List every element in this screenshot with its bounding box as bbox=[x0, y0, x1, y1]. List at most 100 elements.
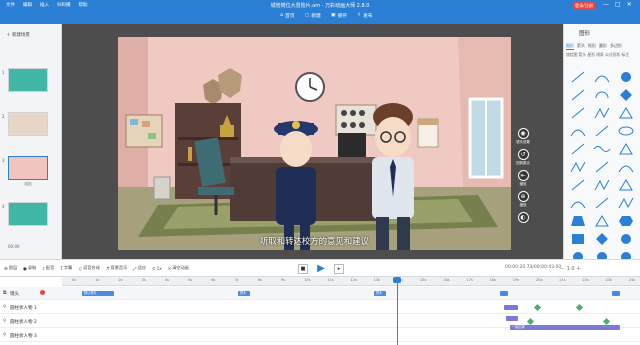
keyframe-marker[interactable] bbox=[533, 303, 542, 312]
publish-button[interactable]: ⇪ 发布 bbox=[357, 12, 373, 19]
save-button[interactable]: ▣ 保存 bbox=[331, 12, 347, 19]
canvas-area[interactable]: 听取和转达校方的意见和建议 ◉ 镜头设置 ↺ 回到原点 ⇤ 缩放 ⊕ 缩放 ◐ bbox=[62, 24, 563, 259]
animation-bar[interactable] bbox=[504, 305, 518, 310]
color-button[interactable]: ◐ bbox=[517, 212, 529, 223]
ruler-tick: 4s bbox=[164, 278, 169, 282]
home-button[interactable]: ⌂ 首页 bbox=[280, 12, 295, 19]
zoom-button[interactable]: ⊕ 缩放 bbox=[517, 191, 529, 207]
keyframe-marker[interactable] bbox=[575, 303, 584, 312]
ruler-tick: 15s bbox=[420, 278, 427, 282]
shape-curve-icon[interactable] bbox=[592, 70, 612, 84]
camera-bar[interactable]: 镜头 bbox=[238, 291, 250, 296]
keyframe-marker[interactable] bbox=[526, 317, 535, 326]
shape-zig-icon[interactable] bbox=[592, 178, 612, 192]
shape-wave-icon[interactable] bbox=[592, 142, 612, 156]
close-button[interactable]: ✕ bbox=[627, 1, 632, 8]
shape-zig-icon[interactable] bbox=[568, 160, 588, 174]
new-scene-button[interactable]: ＋ 新建场景 bbox=[6, 32, 30, 38]
ruler-tick: 16s bbox=[443, 278, 450, 282]
shape-line-icon[interactable] bbox=[568, 70, 588, 84]
shape-circle-icon[interactable] bbox=[616, 232, 636, 246]
shape-zig-icon[interactable] bbox=[592, 106, 612, 120]
shape-diamond-icon[interactable] bbox=[616, 88, 636, 102]
shape-zig-icon[interactable] bbox=[616, 196, 636, 210]
track-camera[interactable]: ◘ 镜头 默认镜头 镜头 镜头 bbox=[0, 287, 640, 300]
shape-line-icon[interactable] bbox=[592, 160, 612, 174]
tab-rect[interactable]: 矩形 bbox=[588, 43, 596, 50]
tts-button[interactable]: ♫ 语音合成 bbox=[78, 265, 100, 271]
shape-oval-icon[interactable] bbox=[616, 124, 636, 138]
shape-tri-icon[interactable] bbox=[616, 178, 636, 192]
shape-hex-icon[interactable] bbox=[616, 214, 636, 228]
shape-line-icon[interactable] bbox=[568, 106, 588, 120]
animation-bar[interactable] bbox=[506, 316, 518, 321]
tab-arrows[interactable]: 箭头 bbox=[577, 43, 585, 50]
scene-item-active[interactable]: 3 派出 bbox=[2, 156, 58, 186]
shape-circle-icon[interactable] bbox=[616, 70, 636, 84]
shape-trap-icon[interactable] bbox=[568, 214, 588, 228]
camera-bar[interactable]: 镜头 bbox=[374, 291, 386, 296]
stage-subtitle[interactable]: 听取和转达校方的意见和建议 bbox=[118, 235, 511, 247]
track-object[interactable]: ⚲ 圆柱状人物 1 bbox=[0, 301, 640, 314]
shape-line-icon[interactable] bbox=[592, 124, 612, 138]
shape-line-icon[interactable] bbox=[568, 178, 588, 192]
return-origin-button[interactable]: ↺ 回到原点 bbox=[516, 149, 530, 165]
ruler-tick: 17s bbox=[466, 278, 473, 282]
keyframe-marker[interactable] bbox=[602, 317, 611, 326]
next-button[interactable]: ▸ bbox=[334, 264, 344, 274]
clear-animation-button[interactable]: ✕ 清空动画 bbox=[168, 265, 189, 271]
shape-line-icon[interactable] bbox=[592, 196, 612, 210]
shape-tri-icon[interactable] bbox=[616, 106, 636, 120]
person-icon: ⚲ bbox=[3, 319, 7, 324]
new-button[interactable]: ▢ 新建 bbox=[305, 12, 321, 19]
reset-button[interactable]: ⇤ 缩放 bbox=[517, 170, 529, 186]
shape-tri-icon[interactable] bbox=[592, 214, 612, 228]
play-button[interactable]: ▶ bbox=[313, 261, 329, 277]
record-button[interactable]: ● 录制 bbox=[23, 265, 36, 271]
speed-button[interactable]: ⊙ 1x bbox=[152, 265, 162, 271]
ruler-tick: 6s bbox=[211, 278, 216, 282]
scene-panel: ＋ 新建场景 1 2 3 派出 4 00:00 bbox=[0, 24, 62, 259]
fit-button[interactable]: ⤢ 适应 bbox=[133, 265, 146, 271]
shape-tri-icon[interactable] bbox=[616, 142, 636, 156]
maximize-button[interactable]: □ bbox=[615, 1, 621, 8]
shape-curve-icon[interactable] bbox=[568, 124, 588, 138]
layer-button[interactable]: ☰ 图层 bbox=[4, 265, 17, 271]
minimize-button[interactable]: — bbox=[603, 1, 609, 8]
shape-categories[interactable]: 流程图 箭头 星形 线条 公式形状 标注 bbox=[566, 52, 640, 58]
shape-diamond-icon[interactable] bbox=[592, 232, 612, 246]
animation-bar[interactable]: 一起出场 bbox=[510, 325, 620, 330]
scene-thumbnail bbox=[8, 202, 48, 226]
play-controls: ■ ▶ ▸ bbox=[298, 261, 344, 277]
camera-icon: ◘ bbox=[3, 291, 7, 296]
shape-curve-icon[interactable] bbox=[568, 196, 588, 210]
scene-item[interactable]: 4 bbox=[2, 202, 58, 232]
shape-line-icon[interactable] bbox=[568, 88, 588, 102]
shape-line-icon[interactable] bbox=[568, 142, 588, 156]
scene-item[interactable]: 1 bbox=[2, 68, 58, 98]
playhead[interactable] bbox=[397, 277, 398, 345]
subtitle-button[interactable]: T 字幕 bbox=[60, 265, 72, 271]
scene-item[interactable]: 2 bbox=[2, 112, 58, 142]
login-button[interactable]: 登录/注册 bbox=[573, 2, 595, 10]
camera-bar[interactable] bbox=[612, 291, 620, 296]
camera-bar[interactable] bbox=[500, 291, 508, 296]
shape-rect-icon[interactable] bbox=[568, 232, 588, 246]
time-ruler[interactable]: 0s1s2s3s4s5s6s7s8s9s10s11s12s13s14s15s16… bbox=[62, 277, 640, 286]
reset-icon: ⇤ bbox=[517, 170, 529, 181]
tab-shapes[interactable]: 图形 bbox=[566, 43, 574, 50]
timeline-zoom[interactable]: － 1.0 ＋ bbox=[560, 265, 581, 272]
shape-curve-icon[interactable] bbox=[616, 160, 636, 174]
ruler-tick: 10s bbox=[304, 278, 311, 282]
stage[interactable]: 听取和转达校方的意见和建议 bbox=[118, 37, 511, 250]
camera-settings-button[interactable]: ◉ 镜头设置 bbox=[516, 128, 530, 144]
tab-circle[interactable]: 圆形 bbox=[599, 43, 607, 50]
dub-button[interactable]: ♪ 配音 bbox=[42, 265, 54, 271]
tab-polygon[interactable]: 多边形 bbox=[610, 43, 622, 50]
camera-bar[interactable]: 默认镜头 bbox=[82, 291, 114, 296]
bg-music-button[interactable]: ♬ 背景音乐 bbox=[106, 265, 128, 271]
shape-arc-icon[interactable] bbox=[592, 88, 612, 102]
document-title: 城管岗位大冒险片.am - 万彩动画大师 2.8.0 bbox=[270, 3, 370, 9]
track-object[interactable]: ⚲ 圆柱状人物 3 一起出场 bbox=[0, 325, 640, 342]
stop-button[interactable]: ■ bbox=[298, 264, 308, 274]
